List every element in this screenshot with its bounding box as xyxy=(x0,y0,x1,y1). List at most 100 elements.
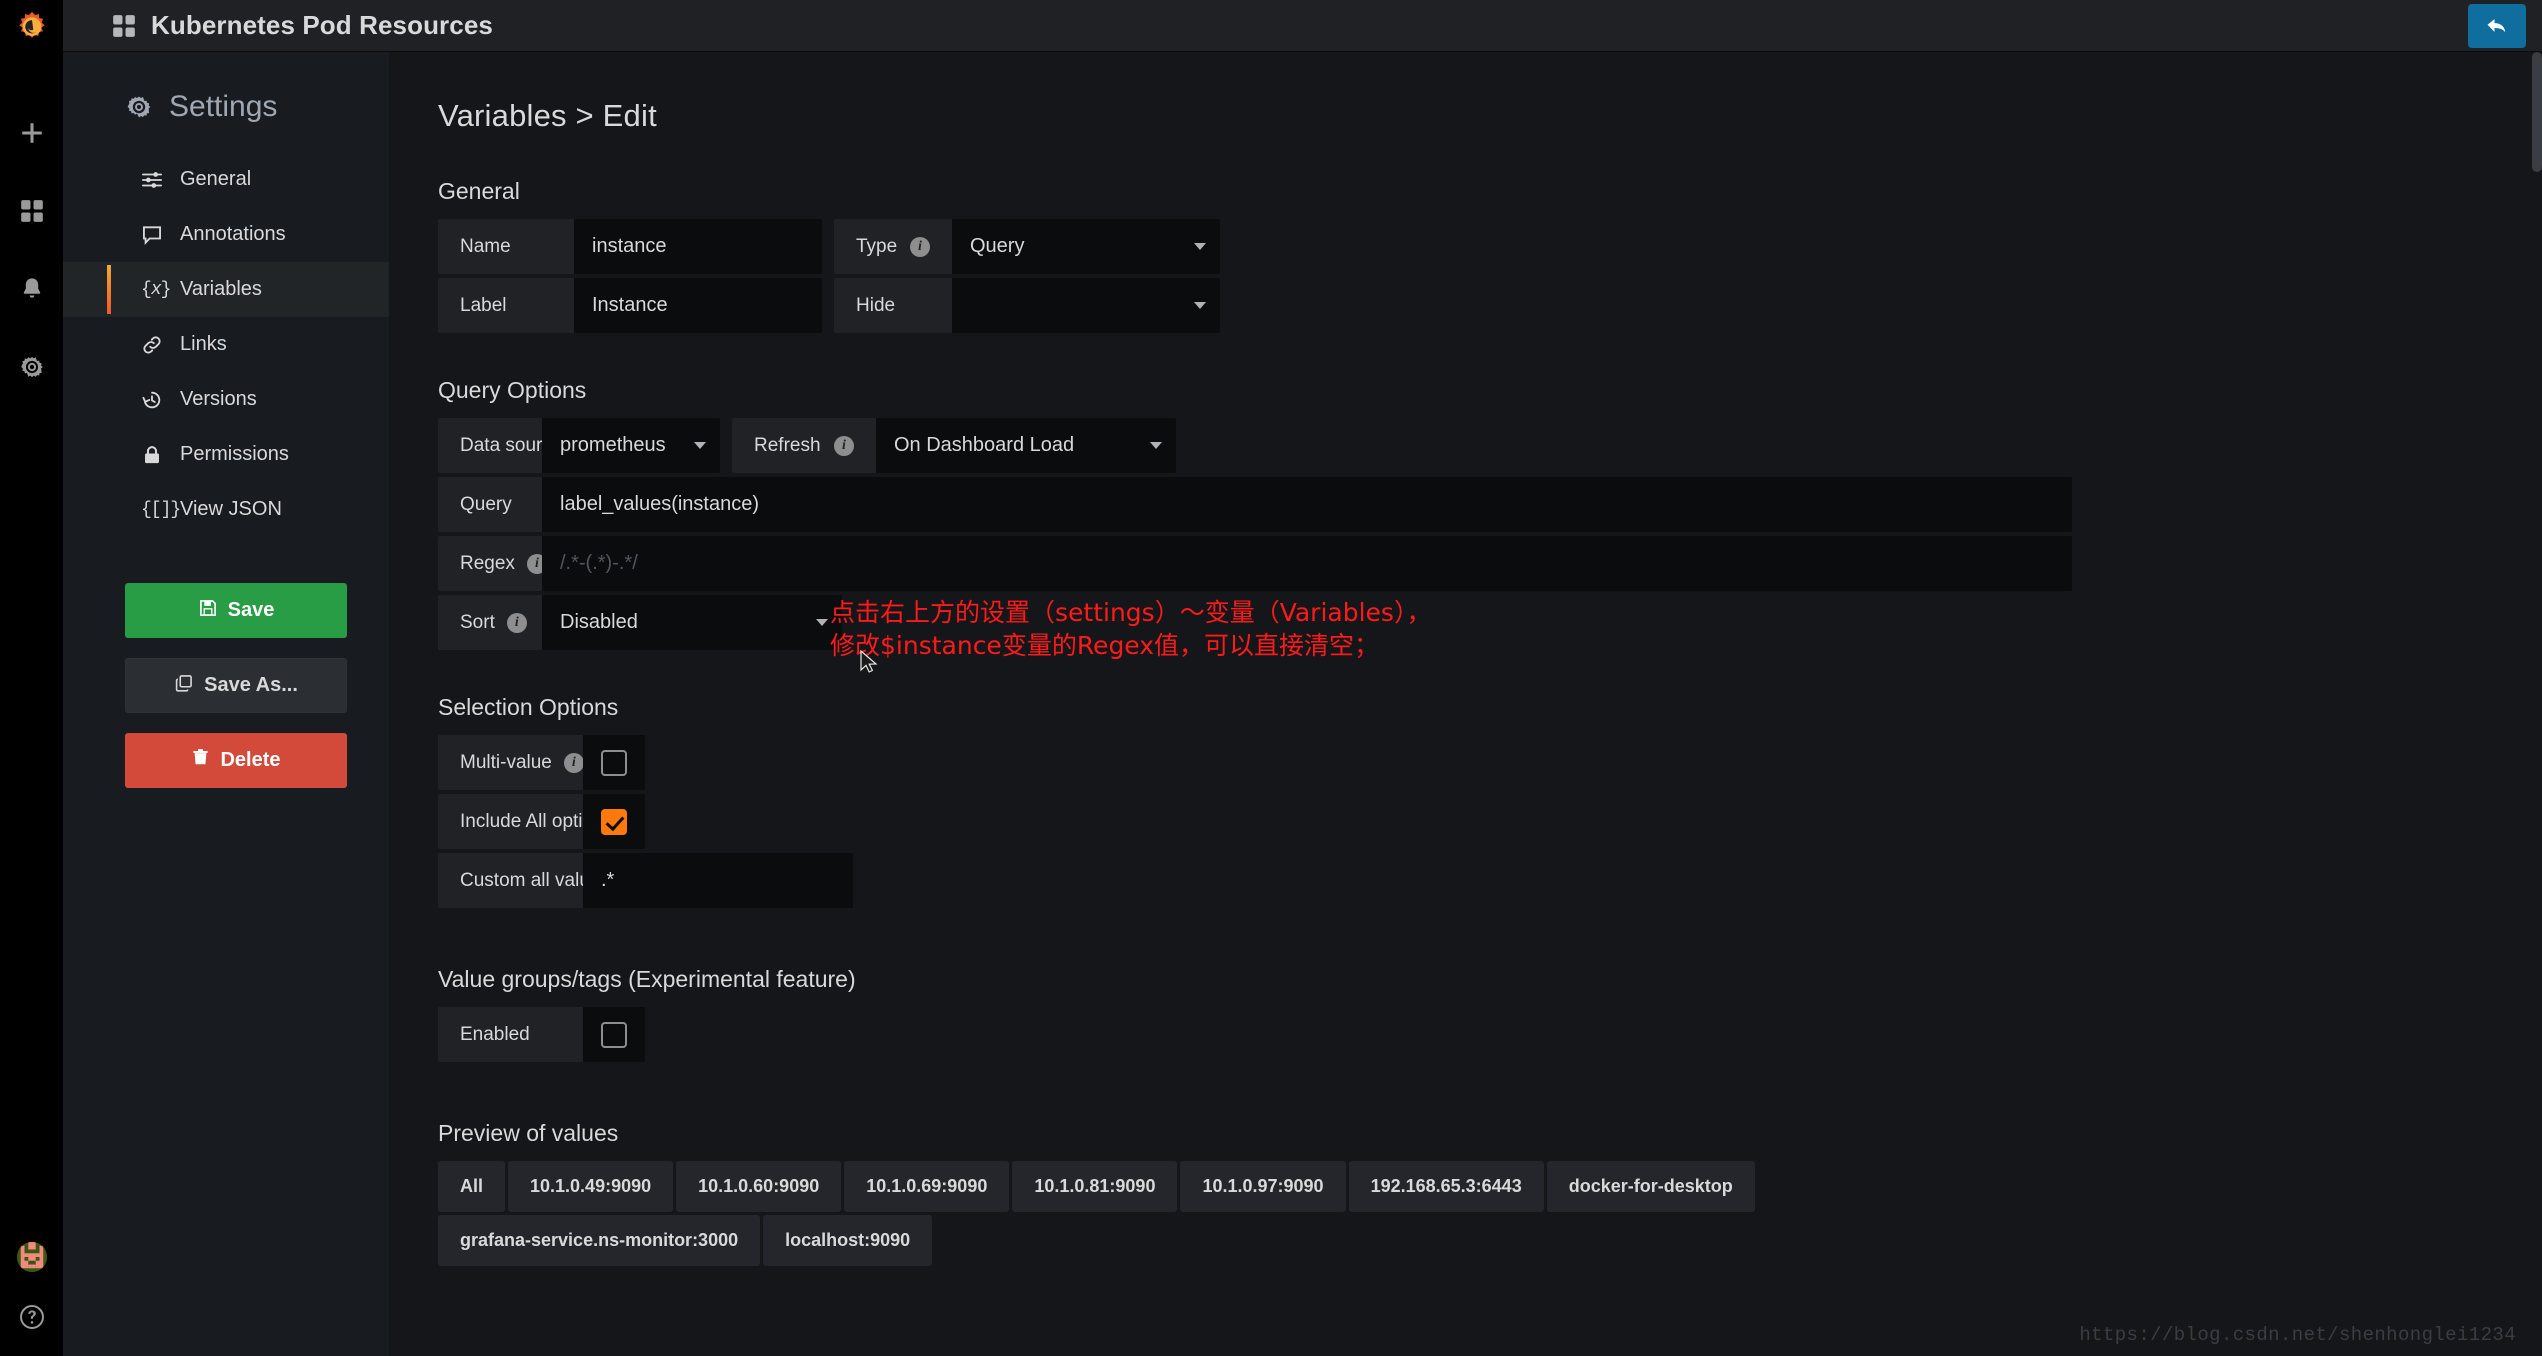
refresh-select[interactable]: On Dashboard Load xyxy=(876,418,1176,473)
preview-values-list: All 10.1.0.49:9090 10.1.0.60:9090 10.1.0… xyxy=(438,1161,2058,1266)
grafana-logo-icon[interactable] xyxy=(0,0,63,58)
sort-select[interactable]: Disabled xyxy=(542,595,842,650)
multi-value-label: Multi-value i xyxy=(438,735,584,790)
include-all-row: Include All option xyxy=(438,794,2542,849)
enabled-checkbox[interactable] xyxy=(583,1007,645,1062)
user-avatar[interactable] xyxy=(16,1242,47,1272)
chevron-down-icon xyxy=(1194,302,1206,309)
general-fields: Name instance Type i Query Label Instanc… xyxy=(438,219,2542,333)
top-bar: Kubernetes Pod Resources xyxy=(63,0,2542,52)
sidebar-item-label: Annotations xyxy=(180,223,286,245)
refresh-label-text: Refresh xyxy=(754,434,821,456)
sidebar-item-label: Variables xyxy=(180,278,262,300)
sort-label-text: Sort xyxy=(460,611,495,633)
preview-value-chip[interactable]: 10.1.0.69:9090 xyxy=(844,1161,1010,1212)
regex-field-group: Regex i /.*-(.*)-.*/ xyxy=(438,536,2072,591)
multi-value-label-text: Multi-value xyxy=(460,751,552,773)
settings-action-buttons: Save Save As... Delete xyxy=(63,583,389,788)
preview-value-chip[interactable]: grafana-service.ns-monitor:3000 xyxy=(438,1215,761,1266)
gear-icon xyxy=(125,93,153,121)
label-input[interactable]: Instance xyxy=(574,278,822,333)
page-scrollbar[interactable] xyxy=(2532,52,2542,172)
enabled-group: Enabled xyxy=(438,1007,645,1062)
sidebar-item-links[interactable]: Links xyxy=(63,317,389,372)
general-row-2: Label Instance Hide xyxy=(438,278,2542,333)
query-option-fields: Data source prometheus Refresh i On Dash… xyxy=(438,418,2542,650)
preview-value-chip[interactable]: 192.168.65.3:6443 xyxy=(1348,1161,1544,1212)
type-label-text: Type xyxy=(856,235,898,257)
regex-input[interactable]: /.*-(.*)-.*/ xyxy=(542,536,2072,591)
refresh-select-value: On Dashboard Load xyxy=(894,434,1075,456)
hide-select[interactable] xyxy=(952,278,1220,333)
custom-all-group: Custom all value .* xyxy=(438,853,853,908)
section-heading-query-options: Query Options xyxy=(438,377,587,403)
sidebar-item-label: View JSON xyxy=(180,498,282,520)
settings-heading: Settings xyxy=(63,52,389,124)
sidebar-item-variables[interactable]: {x} Variables xyxy=(63,262,389,317)
section-heading-value-groups: Value groups/tags (Experimental feature) xyxy=(438,966,856,992)
sidebar-item-permissions[interactable]: Permissions xyxy=(63,427,389,482)
lock-icon xyxy=(141,444,167,466)
checkbox-box-checked xyxy=(601,808,627,835)
dashboards-grid-icon[interactable] xyxy=(15,194,49,228)
sidebar-item-label: General xyxy=(180,168,252,190)
checkbox-box xyxy=(601,1021,627,1048)
alerting-bell-icon[interactable] xyxy=(15,272,49,306)
section-heading-preview: Preview of values xyxy=(438,1120,619,1146)
name-field-group: Name instance xyxy=(438,219,822,274)
json-brackets-icon: {[]} xyxy=(141,499,181,520)
help-question-icon[interactable] xyxy=(15,1300,49,1334)
query-row-4: Sort i Disabled xyxy=(438,595,2542,650)
datasource-select[interactable]: prometheus xyxy=(542,418,720,473)
chevron-down-icon xyxy=(816,619,828,626)
info-icon[interactable]: i xyxy=(506,612,527,633)
copy-icon xyxy=(174,673,194,699)
preview-value-chip[interactable]: localhost:9090 xyxy=(763,1215,933,1266)
create-add-icon[interactable] xyxy=(15,116,49,150)
delete-button[interactable]: Delete xyxy=(125,733,347,788)
sidebar-item-annotations[interactable]: Annotations xyxy=(63,207,389,262)
history-icon xyxy=(141,389,167,411)
multi-value-row: Multi-value i xyxy=(438,735,2542,790)
settings-sidebar: Settings General Annotations {x} Varia… xyxy=(63,52,389,1356)
datasource-select-value: prometheus xyxy=(560,434,666,456)
sort-label: Sort i xyxy=(438,595,542,650)
rail-icon-list xyxy=(15,116,49,384)
info-icon[interactable]: i xyxy=(563,752,584,773)
datasource-field-group: Data source prometheus xyxy=(438,418,720,473)
info-icon[interactable]: i xyxy=(910,236,930,257)
sidebar-item-versions[interactable]: Versions xyxy=(63,372,389,427)
type-field-group: Type i Query xyxy=(834,219,1220,274)
page-title[interactable]: Kubernetes Pod Resources xyxy=(151,10,493,41)
datasource-label: Data source xyxy=(438,418,562,473)
preview-value-chip[interactable]: docker-for-desktop xyxy=(1546,1161,1755,1212)
general-row-1: Name instance Type i Query xyxy=(438,219,2542,274)
save-as-button-label: Save As... xyxy=(204,674,298,696)
name-input[interactable]: instance xyxy=(574,219,822,274)
preview-value-chip[interactable]: 10.1.0.81:9090 xyxy=(1012,1161,1178,1212)
configuration-gear-icon[interactable] xyxy=(15,350,49,384)
back-button[interactable] xyxy=(2468,4,2526,48)
include-all-label: Include All option xyxy=(438,794,604,849)
sidebar-item-label: Permissions xyxy=(180,443,289,465)
enabled-label: Enabled xyxy=(438,1007,583,1062)
sidebar-item-general[interactable]: General xyxy=(63,152,389,207)
include-all-checkbox[interactable] xyxy=(583,794,645,849)
multi-value-checkbox[interactable] xyxy=(583,735,645,790)
custom-all-input[interactable]: .* xyxy=(583,853,853,908)
preview-value-chip[interactable]: 10.1.0.97:9090 xyxy=(1180,1161,1346,1212)
query-input[interactable]: label_values(instance) xyxy=(542,477,2072,532)
link-icon xyxy=(141,334,167,356)
left-nav-rail xyxy=(0,0,63,1356)
preview-value-chip[interactable]: 10.1.0.60:9090 xyxy=(676,1161,842,1212)
settings-nav: General Annotations {x} Variables Links … xyxy=(63,152,389,537)
preview-value-chip[interactable]: 10.1.0.49:9090 xyxy=(508,1161,674,1212)
label-label: Label xyxy=(438,278,574,333)
sidebar-item-view-json[interactable]: {[]} View JSON xyxy=(63,482,389,537)
save-as-button[interactable]: Save As... xyxy=(125,658,347,713)
save-button[interactable]: Save xyxy=(125,583,347,638)
section-heading-general: General xyxy=(438,178,520,204)
type-select[interactable]: Query xyxy=(952,219,1220,274)
info-icon[interactable]: i xyxy=(834,435,854,456)
preview-value-chip[interactable]: All xyxy=(438,1161,506,1212)
